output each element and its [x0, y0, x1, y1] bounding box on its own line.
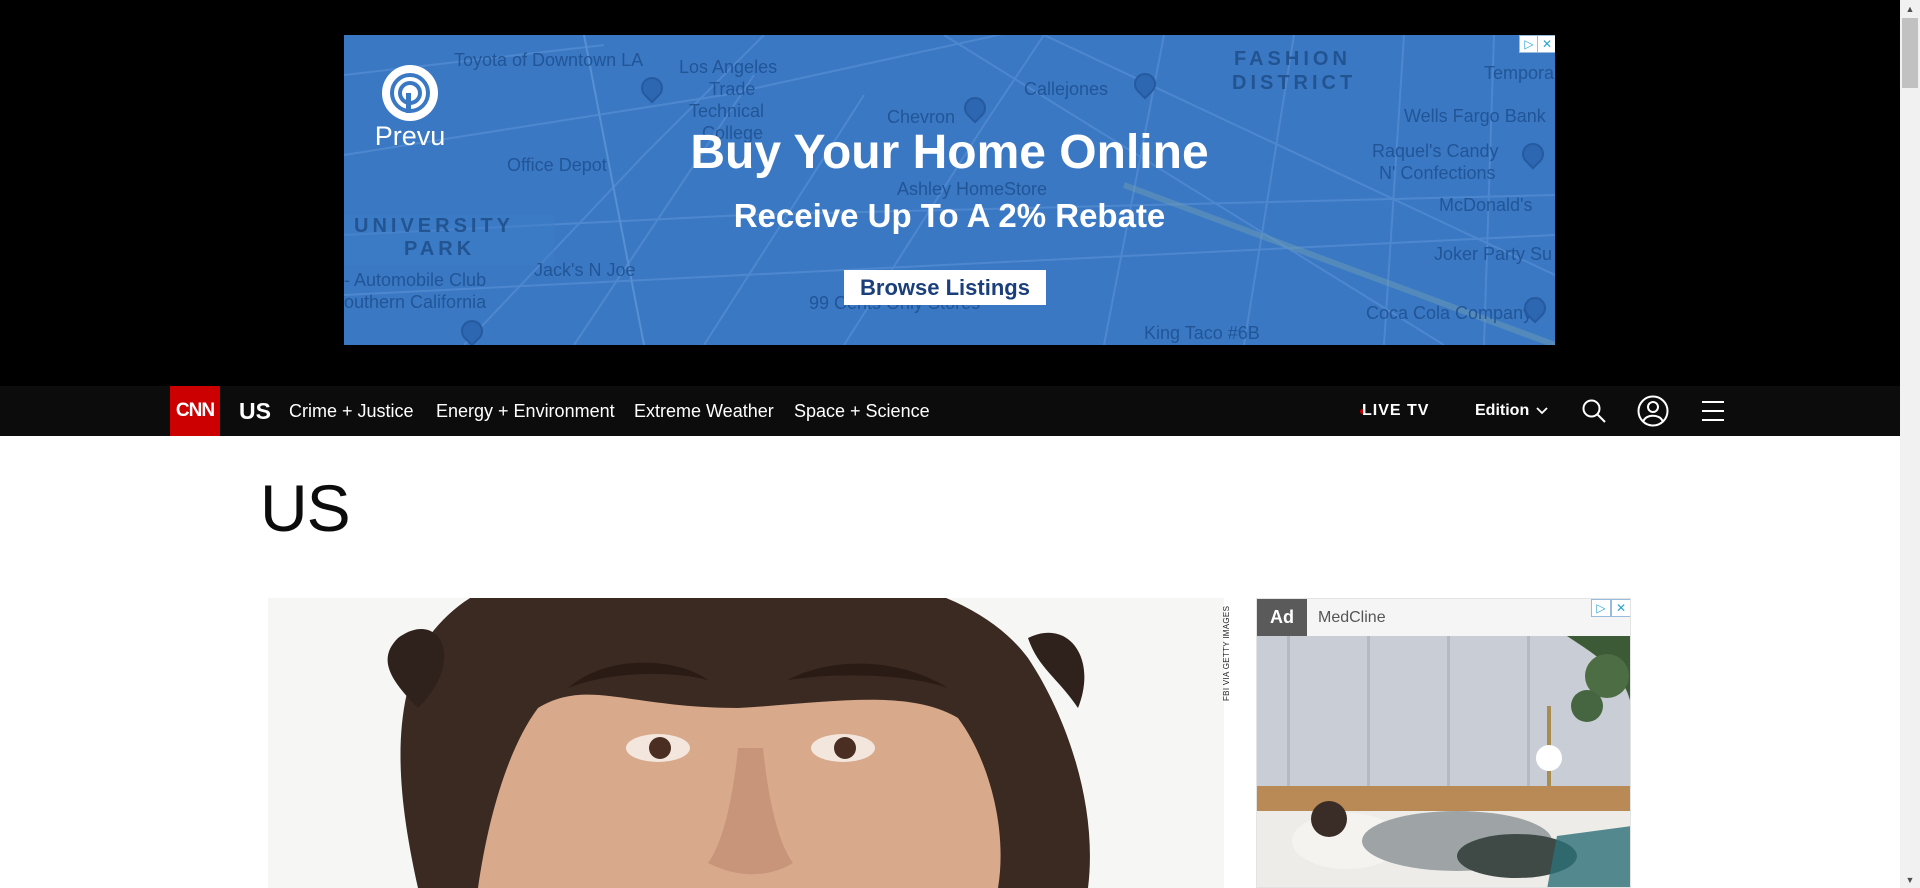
- nav-section-title[interactable]: US: [239, 386, 271, 436]
- map-label: Coca Cola Company: [1366, 303, 1533, 323]
- ad-subline: Receive Up To A 2% Rebate: [733, 197, 1166, 234]
- map-label: FASHION: [1234, 48, 1351, 70]
- map-label: Trade: [709, 79, 756, 99]
- map-label: outhern California: [344, 292, 487, 312]
- scroll-down-arrow-icon[interactable]: ▼: [1900, 871, 1920, 888]
- hero-image[interactable]: [268, 598, 1224, 888]
- prevu-logo-icon: [382, 65, 438, 121]
- nav-link-space-science[interactable]: Space + Science: [794, 386, 930, 436]
- map-label: Los Angeles: [679, 57, 778, 77]
- cnn-nav-bar: CNN US Crime + Justice Energy + Environm…: [0, 386, 1900, 436]
- ad-headline: Buy Your Home Online: [690, 126, 1209, 179]
- ad-close-icon[interactable]: ✕: [1611, 599, 1630, 617]
- ad-label: Ad: [1257, 599, 1307, 636]
- adchoices-icon[interactable]: ▷: [1591, 599, 1611, 617]
- map-label: Callejones: [1024, 79, 1109, 99]
- cnn-logo[interactable]: CNN: [170, 386, 220, 436]
- prevu-ad-banner[interactable]: Toyota of Downtown LA Los Angeles Trade …: [344, 35, 1555, 345]
- page-title: US: [260, 471, 351, 545]
- map-label: Temporar: [1484, 63, 1555, 83]
- browse-listings-button[interactable]: Browse Listings: [844, 270, 1046, 305]
- adchoices-icon[interactable]: ▷: [1519, 35, 1539, 53]
- ad-sponsor-name[interactable]: MedCline: [1318, 599, 1386, 636]
- map-label: Wells Fargo Bank: [1404, 106, 1546, 126]
- live-tv-link[interactable]: LIVE TV: [1362, 386, 1429, 436]
- map-label: - Automobile Club: [344, 270, 487, 290]
- map-label: Toyota of Downtown LA: [454, 50, 644, 70]
- user-account-icon[interactable]: [1637, 395, 1669, 427]
- map-label: PARK: [404, 238, 476, 260]
- edition-menu[interactable]: Edition: [1475, 386, 1529, 436]
- hero-photo-credit: FBI VIA GETTY IMAGES: [1222, 605, 1231, 701]
- page-scrollbar[interactable]: ▲ ▼: [1900, 0, 1920, 888]
- map-label: DISTRICT: [1232, 72, 1357, 94]
- hamburger-menu-icon[interactable]: [1701, 399, 1725, 423]
- top-ad-region: Toyota of Downtown LA Los Angeles Trade …: [0, 0, 1900, 386]
- nav-link-extreme-weather[interactable]: Extreme Weather: [634, 386, 774, 436]
- side-ad-header: Ad MedCline ▷ ✕: [1257, 599, 1630, 636]
- chevron-down-icon[interactable]: [1535, 403, 1549, 419]
- map-label: King Taco #6B: [1144, 323, 1260, 343]
- map-label: Joker Party Su: [1434, 244, 1553, 264]
- map-label: Jack's N Joe: [534, 260, 636, 280]
- scroll-up-arrow-icon[interactable]: ▲: [1900, 0, 1920, 17]
- search-icon[interactable]: [1581, 398, 1607, 424]
- ad-close-icon[interactable]: ✕: [1537, 35, 1555, 53]
- scrollbar-thumb[interactable]: [1902, 18, 1918, 88]
- nav-link-crime-justice[interactable]: Crime + Justice: [289, 386, 414, 436]
- browser-viewport: Toyota of Downtown LA Los Angeles Trade …: [0, 0, 1900, 888]
- side-ad-image[interactable]: [1257, 636, 1631, 888]
- nav-link-energy-environment[interactable]: Energy + Environment: [436, 386, 615, 436]
- medcline-side-ad[interactable]: Ad MedCline ▷ ✕: [1256, 598, 1631, 888]
- map-label: Technical: [689, 101, 765, 121]
